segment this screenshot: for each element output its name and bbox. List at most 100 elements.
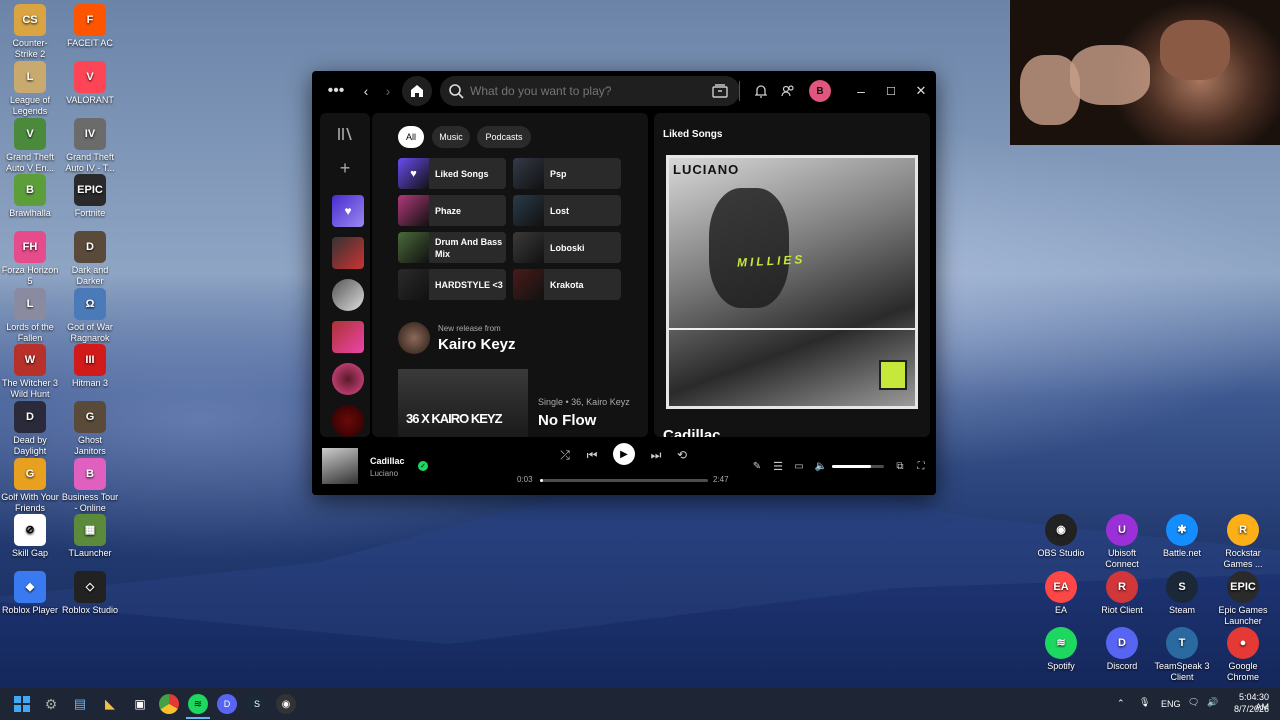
desktop-icon-league-of-legends[interactable]: L League of Legends: [1, 61, 59, 117]
library-item-playlist[interactable]: [332, 237, 364, 269]
desktop-icon-teamspeak-3-client[interactable]: T TeamSpeak 3 Client: [1153, 627, 1211, 683]
now-playing-view-icon[interactable]: ✎: [750, 459, 764, 473]
library-item-artist[interactable]: [332, 363, 364, 395]
desktop-icon-riot-client[interactable]: R Riot Client: [1093, 571, 1151, 616]
now-playing-artist[interactable]: Luciano: [370, 469, 398, 478]
search-bar[interactable]: [440, 76, 740, 106]
desktop-icon-counter-strike-2[interactable]: CS Counter-Strike 2: [1, 4, 59, 60]
spotify-icon[interactable]: ≋: [188, 694, 208, 714]
desktop-icon-ghost-janitors[interactable]: G Ghost Janitors: [61, 401, 119, 457]
desktop-icon-the-witcher-3-wild-hunt[interactable]: W The Witcher 3 Wild Hunt: [1, 344, 59, 400]
chrome-icon[interactable]: [159, 694, 179, 714]
shortcut-liked-songs[interactable]: ♥ Liked Songs: [398, 158, 506, 189]
connect-device-icon[interactable]: ▭: [792, 459, 806, 473]
desktop-icon-obs-studio[interactable]: ◉ OBS Studio: [1032, 514, 1090, 559]
desktop-icon-google-chrome[interactable]: ● Google Chrome: [1214, 627, 1272, 683]
next-track-icon[interactable]: ⏭: [649, 448, 663, 462]
shortcut-lost[interactable]: Lost: [513, 195, 621, 226]
volume-tray-icon[interactable]: 🔊: [1207, 697, 1218, 708]
desktop-icon-grand-theft-auto-v-en[interactable]: V Grand Theft Auto V En...: [1, 118, 59, 174]
single-title[interactable]: No Flow: [538, 412, 596, 429]
shortcut-drum-and-bass-mix[interactable]: Drum And Bass Mix: [398, 232, 506, 263]
miniplayer-icon[interactable]: ⧉: [893, 459, 907, 473]
library-icon[interactable]: [336, 125, 354, 143]
bell-icon[interactable]: [752, 82, 770, 100]
desktop-icon-discord[interactable]: D Discord: [1093, 627, 1151, 672]
desktop-icon-god-of-war-ragnarok[interactable]: Ω God of War Ragnarok: [61, 288, 119, 344]
liked-check-icon[interactable]: ✓: [418, 461, 428, 471]
file-explorer-icon[interactable]: ◣: [100, 694, 120, 714]
desktop-icon-grand-theft-auto-iv-t[interactable]: IV Grand Theft Auto IV - T...: [61, 118, 119, 174]
maximize-icon[interactable]: ☐: [883, 81, 899, 101]
tray-overflow-icon[interactable]: ⌃: [1117, 698, 1125, 709]
search-input[interactable]: [470, 84, 690, 98]
close-icon[interactable]: ✕: [913, 81, 929, 101]
back-arrow-icon[interactable]: ‹: [358, 81, 374, 101]
desktop-icon-ea[interactable]: EA EA: [1032, 571, 1090, 616]
fullscreen-icon[interactable]: ⛶: [914, 459, 928, 473]
forward-arrow-icon[interactable]: ›: [380, 81, 396, 101]
shortcut-loboski[interactable]: Loboski: [513, 232, 621, 263]
repeat-icon[interactable]: ⟲: [675, 448, 689, 462]
desktop-icon-ubisoft-connect[interactable]: U Ubisoft Connect: [1093, 514, 1151, 570]
panel-title[interactable]: Liked Songs: [663, 129, 722, 140]
browse-icon[interactable]: [711, 82, 729, 100]
desktop-icon-roblox-studio[interactable]: ◇ Roblox Studio: [61, 571, 119, 616]
store-icon[interactable]: ▣: [130, 694, 150, 714]
desktop-icon-golf-with-your-friends[interactable]: G Golf With Your Friends: [1, 458, 59, 514]
user-avatar[interactable]: B: [809, 80, 831, 102]
home-button[interactable]: [402, 76, 432, 106]
shortcut-krakota[interactable]: Krakota: [513, 269, 621, 300]
volume-icon[interactable]: 🔈: [814, 459, 828, 473]
discord-icon[interactable]: D: [217, 694, 237, 714]
notification-icon[interactable]: 🗨: [1188, 697, 1199, 708]
now-playing-song-title[interactable]: Cadillac: [663, 428, 721, 437]
desktop-icon-lords-of-the-fallen[interactable]: L Lords of the Fallen: [1, 288, 59, 344]
filter-chip-all[interactable]: All: [398, 126, 424, 148]
desktop-icon-skill-gap[interactable]: ⊘ Skill Gap: [1, 514, 59, 559]
desktop-icon-rockstar-games[interactable]: R Rockstar Games ...: [1214, 514, 1272, 570]
desktop-icon-steam[interactable]: S Steam: [1153, 571, 1211, 616]
filter-chip-podcasts[interactable]: Podcasts: [477, 126, 531, 148]
desktop-icon-dead-by-daylight[interactable]: D Dead by Daylight: [1, 401, 59, 457]
shortcut-phaze[interactable]: Phaze: [398, 195, 506, 226]
new-release-artist[interactable]: Kairo Keyz: [438, 336, 516, 353]
now-playing-thumbnail[interactable]: [322, 448, 358, 484]
language-indicator[interactable]: ENG: [1161, 699, 1181, 709]
shuffle-icon[interactable]: ⤮: [558, 448, 572, 462]
desktop-icon-epic-games-launcher[interactable]: EPIC Epic Games Launcher: [1214, 571, 1272, 627]
progress-bar[interactable]: [540, 479, 708, 482]
desktop-icon-spotify[interactable]: ≋ Spotify: [1032, 627, 1090, 672]
microphone-icon[interactable]: 🎙: [1139, 697, 1150, 708]
windows-start-icon[interactable]: [12, 694, 32, 714]
minimize-icon[interactable]: –: [853, 81, 869, 101]
desktop-icon-brawlhalla[interactable]: B Brawlhalla: [1, 174, 59, 219]
desktop-icon-forza-horizon-5[interactable]: FH Forza Horizon 5: [1, 231, 59, 287]
library-item-liked-songs[interactable]: ♥: [332, 195, 364, 227]
desktop-icon-valorant[interactable]: V VALORANT: [61, 61, 119, 106]
shortcut-hardstyle-3[interactable]: HARDSTYLE <3: [398, 269, 506, 300]
desktop-icon-fortnite[interactable]: EPIC Fortnite: [61, 174, 119, 219]
filter-chip-music[interactable]: Music: [432, 126, 470, 148]
library-item-artist[interactable]: [332, 405, 364, 437]
previous-track-icon[interactable]: ⏮: [585, 448, 599, 462]
desktop-icon-tlauncher[interactable]: ▦ TLauncher: [61, 514, 119, 559]
library-item-artist[interactable]: [332, 279, 364, 311]
desktop-icon-roblox-player[interactable]: ◆ Roblox Player: [1, 571, 59, 616]
play-button[interactable]: ▶: [613, 443, 635, 465]
queue-icon[interactable]: ☰: [771, 459, 785, 473]
desktop-icon-faceit-ac[interactable]: F FACEIT AC: [61, 4, 119, 49]
volume-slider[interactable]: [832, 465, 884, 468]
create-playlist-icon[interactable]: +: [334, 157, 356, 179]
artist-avatar[interactable]: [398, 322, 430, 354]
desktop-icon-dark-and-darker[interactable]: D Dark and Darker: [61, 231, 119, 287]
obs-icon[interactable]: ◉: [276, 694, 296, 714]
desktop-icon-battle-net[interactable]: ✱ Battle.net: [1153, 514, 1211, 559]
clock-date[interactable]: 8/7/2026: [1227, 704, 1269, 714]
desktop-icon-hitman-3[interactable]: III Hitman 3: [61, 344, 119, 389]
library-item-playlist[interactable]: [332, 321, 364, 353]
settings-icon[interactable]: ⚙: [41, 694, 61, 714]
single-cover[interactable]: 36 X KAIRO KEYZ: [398, 369, 528, 437]
more-options-icon[interactable]: •••: [326, 81, 346, 101]
now-playing-title[interactable]: Cadillac: [370, 456, 405, 466]
